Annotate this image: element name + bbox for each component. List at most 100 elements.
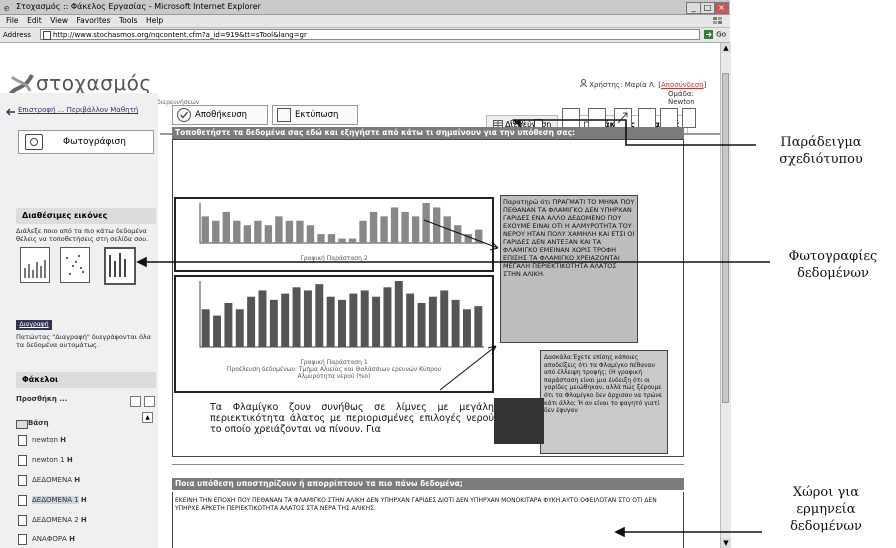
thumbnail-chart-1[interactable]	[20, 247, 50, 283]
annotation-template-line1: Παράδειγμα	[780, 135, 862, 150]
new-folder-icon[interactable]	[130, 396, 141, 407]
url-input[interactable]: http://www.stochasmos.org/nqcontent.cfm?…	[40, 29, 700, 40]
thumbnail-chart-3[interactable]	[104, 247, 136, 285]
chart-1-bar	[390, 207, 399, 243]
student-note[interactable]: Παρατηρώ ότι ΠΡΑΓΜΑΤΙ ΤΟ ΜΗΝΑ ΠΟΥ ΠΕΘΑΝΑ…	[500, 195, 638, 343]
paragraph-text: Τα Φλαμίγκο ζουν συνήθως σε λίμνες με με…	[210, 402, 494, 435]
folder-root[interactable]: Βάση	[16, 416, 49, 430]
file-label: newton	[32, 436, 58, 444]
file-item[interactable]: newton 1 Η	[18, 453, 73, 467]
chart-2-bar	[372, 296, 381, 347]
chart-1-bar	[454, 225, 462, 243]
chart-2-bar	[360, 290, 369, 347]
annotation-photos: Φωτογραφίες δεδομένων	[770, 248, 896, 282]
chart-1-bar	[338, 238, 346, 243]
section-bar-hypothesis: Ποια υπόθεση υποστηρίζουν ή απορρίπτουν …	[172, 478, 684, 490]
delete-button[interactable]: Διαγραφή	[16, 320, 52, 330]
hypothesis-answer[interactable]: ΕΚΕΙΝΗ ΤΗΝ ΕΠΟΧΗ ΠΟΥ ΠΕΘΑΝΑΝ ΤΑ ΦΛΑΜΙΓΚΟ…	[175, 497, 681, 513]
chart-1-bar	[233, 220, 241, 243]
file-item[interactable]: newton Η	[18, 433, 66, 447]
chart-1-bar	[306, 225, 315, 243]
chart-2-bar	[440, 290, 449, 347]
file-badge: Η	[80, 496, 87, 504]
save-button[interactable]: Αποθήκευση	[172, 105, 268, 125]
grid-tool-icon[interactable]	[660, 108, 678, 128]
go-button[interactable]: Go	[704, 30, 726, 39]
rectangle-shape-icon[interactable]	[588, 108, 606, 128]
arrow-tool-icon[interactable]	[614, 108, 632, 128]
chart-2-bar	[462, 309, 471, 347]
go-arrow-icon	[704, 30, 714, 39]
note-shape-icon[interactable]	[562, 108, 580, 128]
vertical-scrollbar[interactable]: ▲ ▼	[720, 43, 731, 548]
file-item-selected[interactable]: ΔΕΔΟΜΕΝΑ 1 Η	[18, 493, 87, 507]
menu-bar: File Edit View Favorites Tools Help	[0, 15, 730, 28]
photo-image	[494, 398, 544, 444]
new-file-icon[interactable]	[144, 396, 155, 407]
delete-text: Πατώντας "Διαγραφή" διαγράφονται όλα τα …	[16, 333, 152, 349]
thumbnail-chart-2[interactable]	[60, 247, 90, 283]
image-tool-icon[interactable]	[638, 108, 656, 128]
user-name: Χρήστης: Μαρία Λ. [	[589, 81, 661, 89]
chart-1-bar	[411, 216, 420, 243]
chart-2-bar	[394, 281, 403, 347]
file-item[interactable]: ΔΕΔΟΜΕΝΑ Η	[18, 473, 80, 487]
add-folder[interactable]: Προσθήκη ...	[16, 392, 136, 406]
chart-2-bar	[451, 299, 460, 347]
annotation-spaces: Χώροι για ερμηνεία δεδομένων	[766, 484, 886, 535]
menu-favorites[interactable]: Favorites	[77, 16, 111, 25]
chart-2-bar	[383, 287, 392, 347]
section-title-hypothesis: Ποια υπόθεση υποστηρίζουν ή απορρίπτουν …	[175, 479, 463, 488]
photo-button[interactable]: Φωτογράφιση	[18, 130, 154, 154]
divider	[172, 464, 684, 465]
menu-view[interactable]: View	[50, 16, 68, 25]
chart-2-bar	[258, 290, 267, 347]
window-title-bar: e Στοχασμός :: Φάκελος Εργασίας - Micros…	[0, 0, 730, 15]
scroll-down-icon[interactable]: ▼	[721, 538, 731, 548]
annotation-template-line2: σχεδιότυπου	[779, 152, 863, 167]
chart-1-frame[interactable]: Γραφική Παράσταση 2	[174, 197, 494, 272]
logout-link[interactable]: Αποσύνδεση	[661, 81, 704, 89]
chart-1	[199, 203, 484, 244]
user-icon	[580, 79, 587, 88]
photo-button-label: Φωτογράφιση	[63, 137, 126, 147]
file-icon	[18, 495, 27, 506]
teacher-note[interactable]: Δασκάλα:Έχετε επίσης κάποιες αποδείξεις …	[540, 350, 668, 454]
back-arrow-icon[interactable]	[6, 108, 16, 116]
chart-2-bar	[224, 303, 233, 347]
chart-2-bar	[269, 299, 278, 347]
file-item[interactable]: ΔΕΔΟΜΕΝΑ 2 Η	[18, 513, 87, 527]
back-link[interactable]: Επιστροφή ... Περιβάλλον Μαθητή	[18, 106, 148, 114]
menu-help[interactable]: Help	[146, 16, 163, 25]
ie-icon: e	[4, 4, 9, 12]
chart-1-bar	[222, 211, 230, 243]
menu-tools[interactable]: Tools	[119, 16, 137, 25]
file-label: newton 1	[32, 456, 65, 464]
answer-border-left	[172, 492, 173, 548]
chart-2-bar	[338, 299, 346, 347]
url-text: http://www.stochasmos.org/nqcontent.cfm?…	[53, 31, 307, 39]
menu-file[interactable]: File	[6, 16, 19, 25]
file-badge: Η	[80, 516, 87, 524]
chart-1-bar	[422, 203, 430, 243]
scroll-up-icon[interactable]: ▲	[721, 43, 731, 53]
add-folder-label: Προσθήκη ...	[16, 395, 68, 403]
collapse-icon[interactable]: ▲	[142, 412, 153, 423]
file-label: ΔΕΔΟΜΕΝΑ 2	[32, 516, 79, 524]
answer-border-right	[683, 492, 684, 548]
chart-2-frame[interactable]: Γραφική Παράσταση 1 Προέλευση δεδομένων:…	[174, 275, 494, 393]
close-button[interactable]: ×	[714, 2, 729, 14]
chart-2-bar	[201, 309, 210, 347]
file-item[interactable]: ΑΝΑΦΟΡΑ Η	[18, 532, 75, 546]
chart-1-bar	[348, 238, 357, 243]
file-label: ΔΕΔΟΜΕΝΑ 1	[32, 496, 79, 504]
minimize-button[interactable]: _	[686, 2, 701, 14]
trash-icon[interactable]	[682, 108, 696, 128]
scroll-thumb[interactable]	[722, 73, 729, 403]
maximize-button[interactable]: □	[700, 2, 715, 14]
file-badge: Η	[74, 476, 81, 484]
print-button[interactable]: Εκτύπωση	[272, 105, 358, 125]
svg-text:e: e	[4, 4, 9, 12]
menu-edit[interactable]: Edit	[27, 16, 42, 25]
chart-1-bar	[401, 211, 409, 243]
